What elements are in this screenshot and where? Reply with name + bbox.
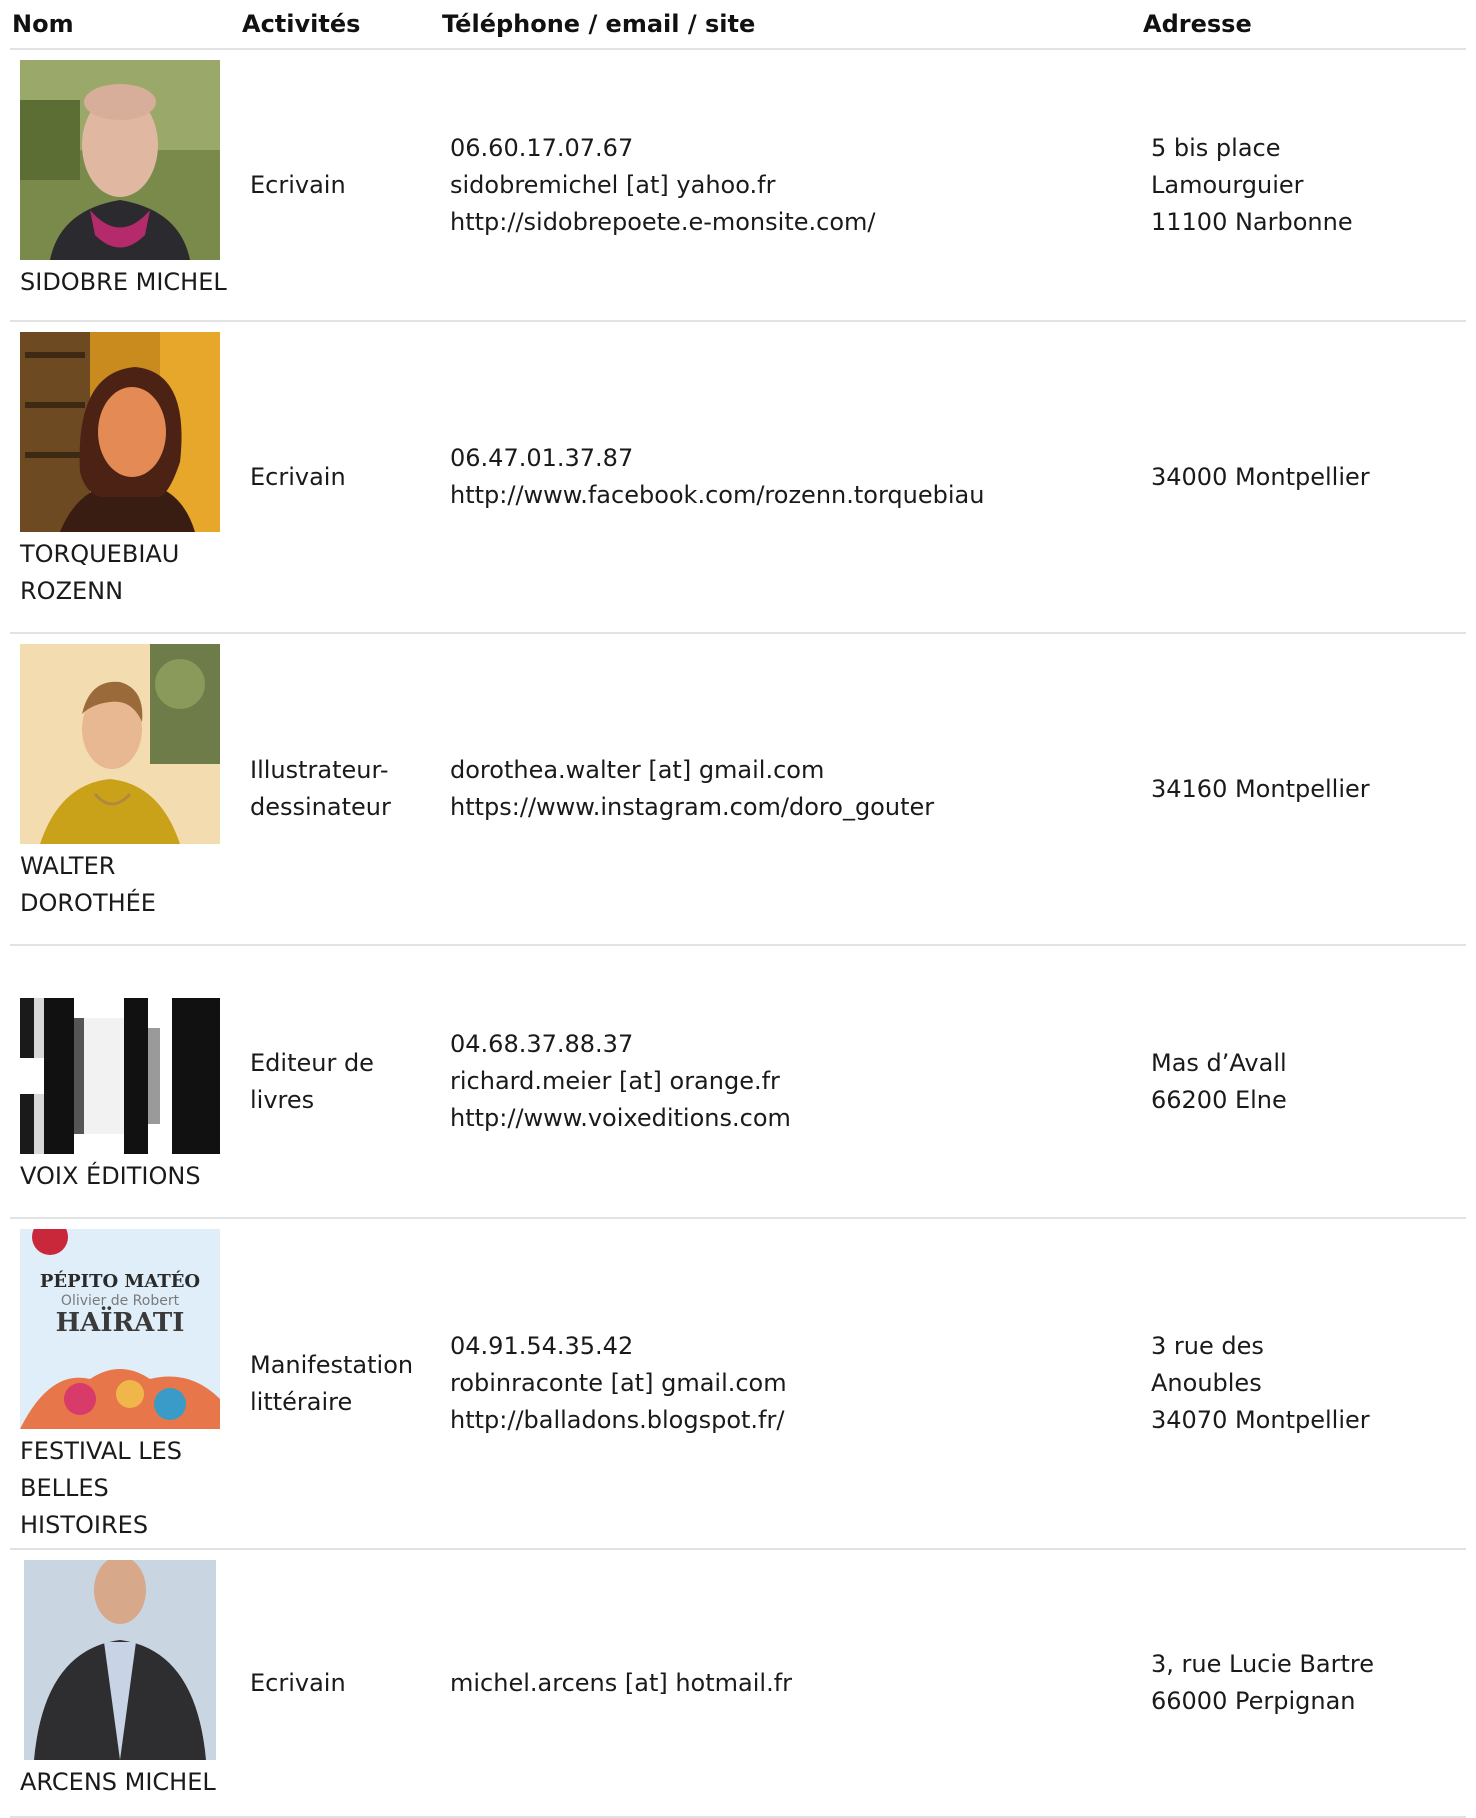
- table-row: WALTER DOROTHÉE Illustrateur-dessinateur…: [10, 633, 1466, 946]
- person-name: FESTIVAL LES BELLES HISTOIRES: [20, 1437, 183, 1539]
- activity-cell: Manifestation littéraire: [240, 1218, 440, 1550]
- portrait-photo[interactable]: [20, 1560, 216, 1760]
- table-header-row: Nom Activités Téléphone / email / site A…: [10, 0, 1466, 50]
- address-cell: 3, rue Lucie Bartre 66000 Perpignan: [1141, 1549, 1466, 1818]
- person-name: WALTER DOROTHÉE: [20, 852, 156, 917]
- poster-headline-text: HAÏRATI: [56, 1306, 185, 1338]
- address-line: 11100 Narbonne: [1151, 207, 1353, 236]
- address-line: 66200 Elne: [1151, 1085, 1287, 1114]
- contact-cell: 06.60.17.07.67 sidobremichel [at] yahoo.…: [440, 49, 1141, 322]
- directory-table-container: Nom Activités Téléphone / email / site A…: [10, 0, 1466, 1818]
- person-name: TORQUEBIAU ROZENN: [20, 540, 180, 605]
- address-cell: 34000 Montpellier: [1141, 321, 1466, 634]
- address-line: 34000 Montpellier: [1151, 462, 1370, 491]
- portrait-photo[interactable]: [20, 644, 220, 844]
- contact-cell: dorothea.walter [at] gmail.com https://w…: [440, 633, 1141, 946]
- name-cell: VOIX ÉDITIONS: [10, 945, 240, 1219]
- name-cell: SIDOBRE MICHEL: [10, 49, 240, 322]
- email-address: sidobremichel [at] yahoo.fr: [450, 170, 776, 199]
- email-address: robinraconte [at] gmail.com: [450, 1369, 787, 1397]
- contact-cell: 04.68.37.88.37 richard.meier [at] orange…: [440, 945, 1141, 1219]
- table-row: VOIX ÉDITIONS Editeur de livres 04.68.37…: [10, 945, 1466, 1219]
- address-line: 34160 Montpellier: [1151, 774, 1370, 803]
- website-link[interactable]: https://www.instagram.com/doro_gouter: [450, 789, 1141, 826]
- address-cell: 5 bis place Lamourguier 11100 Narbonne: [1141, 49, 1466, 322]
- website-link[interactable]: http://sidobrepoete.e-monsite.com/: [450, 204, 1141, 241]
- phone-number: 04.68.37.88.37: [450, 1030, 634, 1058]
- name-cell: ARCENS MICHEL: [10, 1549, 240, 1818]
- address-line: 66000 Perpignan: [1151, 1687, 1356, 1715]
- address-cell: 34160 Montpellier: [1141, 633, 1466, 946]
- person-name: VOIX ÉDITIONS: [20, 1162, 201, 1190]
- person-name: ARCENS MICHEL: [20, 1768, 216, 1796]
- contact-cell: 04.91.54.35.42 robinraconte [at] gmail.c…: [440, 1218, 1141, 1550]
- activity-cell: Ecrivain: [240, 1549, 440, 1818]
- name-cell: TORQUEBIAU ROZENN: [10, 321, 240, 634]
- address-line: 34070 Montpellier: [1151, 1406, 1370, 1434]
- name-cell: WALTER DOROTHÉE: [10, 633, 240, 946]
- person-name: SIDOBRE MICHEL: [20, 268, 227, 296]
- activity-cell: Ecrivain: [240, 49, 440, 322]
- address-line: Lamourguier: [1151, 170, 1304, 199]
- portrait-photo[interactable]: [20, 60, 220, 260]
- website-link[interactable]: http://www.voixeditions.com: [450, 1100, 1141, 1137]
- website-link[interactable]: http://www.facebook.com/rozenn.torquebia…: [450, 477, 1141, 514]
- phone-number: 04.91.54.35.42: [450, 1332, 634, 1360]
- address-cell: Mas d’Avall 66200 Elne: [1141, 945, 1466, 1219]
- name-cell: PÉPITO MATÉO Olivier de Robert HAÏRATI F…: [10, 1218, 240, 1550]
- table-row: TORQUEBIAU ROZENN Ecrivain 06.47.01.37.8…: [10, 321, 1466, 634]
- address-line: 3, rue Lucie Bartre: [1151, 1650, 1374, 1678]
- email-address: dorothea.walter [at] gmail.com: [450, 756, 825, 784]
- address-line: 5 bis place: [1151, 133, 1281, 162]
- phone-number: 06.47.01.37.87: [450, 444, 634, 472]
- header-name: Nom: [10, 0, 240, 50]
- activity-cell: Ecrivain: [240, 321, 440, 634]
- header-activity: Activités: [240, 0, 440, 50]
- poster-image[interactable]: PÉPITO MATÉO Olivier de Robert HAÏRATI: [20, 1229, 220, 1429]
- address-line: 3 rue des: [1151, 1332, 1264, 1360]
- email-address: michel.arcens [at] hotmail.fr: [450, 1668, 793, 1697]
- header-contact: Téléphone / email / site: [440, 0, 1141, 50]
- header-address: Adresse: [1141, 0, 1466, 50]
- poster-title-text: PÉPITO MATÉO: [40, 1269, 200, 1292]
- email-address: richard.meier [at] orange.fr: [450, 1067, 780, 1095]
- contact-cell: 06.47.01.37.87 http://www.facebook.com/r…: [440, 321, 1141, 634]
- poster-subtitle-text: Olivier de Robert: [61, 1293, 180, 1309]
- phone-number: 06.60.17.07.67: [450, 133, 634, 162]
- table-row: ARCENS MICHEL Ecrivain michel.arcens [at…: [10, 1549, 1466, 1818]
- portrait-photo[interactable]: [20, 332, 220, 532]
- website-link[interactable]: http://balladons.blogspot.fr/: [450, 1402, 1141, 1439]
- address-line: Anoubles: [1151, 1369, 1262, 1397]
- address-cell: 3 rue des Anoubles 34070 Montpellier: [1141, 1218, 1466, 1550]
- logo-image[interactable]: [20, 998, 220, 1154]
- directory-table: Nom Activités Téléphone / email / site A…: [10, 0, 1466, 1818]
- contact-cell: michel.arcens [at] hotmail.fr: [440, 1549, 1141, 1818]
- address-line: Mas d’Avall: [1151, 1048, 1287, 1077]
- table-row: PÉPITO MATÉO Olivier de Robert HAÏRATI F…: [10, 1218, 1466, 1550]
- activity-cell: Editeur de livres: [240, 945, 440, 1219]
- table-row: SIDOBRE MICHEL Ecrivain 06.60.17.07.67 s…: [10, 49, 1466, 322]
- activity-cell: Illustrateur-dessinateur: [240, 633, 440, 946]
